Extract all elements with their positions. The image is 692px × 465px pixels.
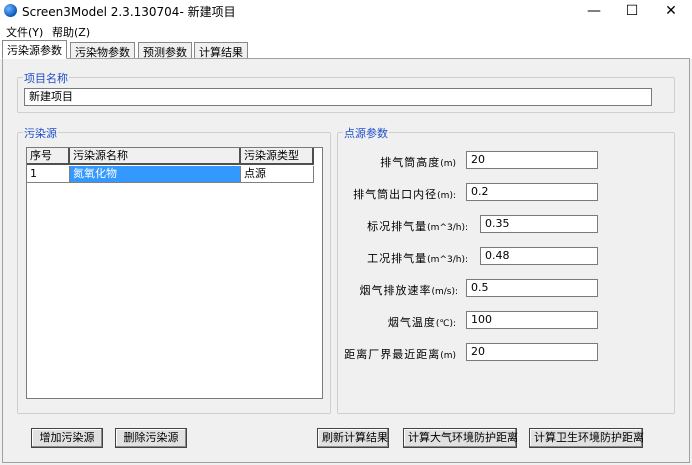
tab-prediction-params[interactable]: 预测参数 — [138, 42, 192, 59]
working-flow-input[interactable]: 0.48 — [480, 247, 598, 265]
stack-diameter-input[interactable]: 0.2 — [466, 183, 598, 201]
tab-results[interactable]: 计算结果 — [194, 42, 248, 59]
row-index-cell[interactable]: 1 — [27, 166, 70, 183]
tab-pollutant-params[interactable]: 污染物参数 — [70, 42, 135, 59]
tab-page-source-params: 项目名称 新建项目 污染源 序号 污染源名称 污染源类型 1 氮氧化物 点源 点 — [2, 58, 690, 463]
point-source-params-group-title: 点源参数 — [343, 125, 389, 141]
standard-flow-label: 标况排气量(m^3/h): — [367, 220, 468, 233]
calc-atmospheric-distance-button[interactable]: 计算大气环境防护距离 — [403, 428, 518, 448]
pollution-source-group: 污染源 序号 污染源名称 污染源类型 1 氮氧化物 点源 — [17, 125, 331, 414]
column-header-name[interactable]: 污染源名称 — [70, 148, 241, 165]
stack-height-label: 排气筒高度(m) — [380, 156, 456, 169]
point-source-params-group: 点源参数 排气筒高度(m) 20 排气筒出口内径(m): 0.2 标况排气量(m… — [337, 125, 675, 414]
column-header-index[interactable]: 序号 — [27, 148, 70, 165]
pollution-source-group-title: 污染源 — [23, 125, 58, 141]
close-button[interactable]: ✕ — [652, 0, 690, 22]
stack-height-input[interactable]: 20 — [466, 151, 598, 169]
refresh-results-button[interactable]: 刷新计算结果 — [317, 428, 389, 448]
app-window: Screen3Model 2.3.130704- 新建项目 — ☐ ✕ 文件(Y… — [0, 0, 692, 465]
row-type-cell[interactable]: 点源 — [241, 166, 314, 183]
tab-source-params[interactable]: 污染源参数 — [2, 40, 67, 59]
delete-source-button[interactable]: 删除污染源 — [115, 428, 187, 448]
boundary-distance-label: 距离厂界最近距离(m) — [344, 348, 456, 361]
standard-flow-input[interactable]: 0.35 — [480, 215, 598, 233]
project-name-group-title: 项目名称 — [23, 70, 69, 86]
tab-strip: 污染源参数 污染物参数 预测参数 计算结果 — [0, 40, 692, 59]
window-title: Screen3Model 2.3.130704- 新建项目 — [22, 5, 236, 19]
calc-sanitary-distance-button[interactable]: 计算卫生环境防护距离 — [529, 428, 644, 448]
working-flow-label: 工况排气量(m^3/h): — [367, 252, 468, 265]
menu-file[interactable]: 文件(Y) — [6, 24, 43, 40]
exhaust-velocity-input[interactable]: 0.5 — [466, 279, 598, 297]
exhaust-velocity-label: 烟气排放速率(m/s): — [359, 284, 458, 297]
add-source-button[interactable]: 增加污染源 — [31, 428, 103, 448]
minimize-button[interactable]: — — [575, 0, 613, 22]
gas-temperature-label: 烟气温度(℃): — [387, 316, 456, 329]
app-logo-icon — [4, 4, 17, 17]
project-name-group: 项目名称 新建项目 — [17, 70, 675, 113]
title-bar: Screen3Model 2.3.130704- 新建项目 — ☐ ✕ — [0, 0, 692, 22]
boundary-distance-input[interactable]: 20 — [466, 343, 598, 361]
column-header-type[interactable]: 污染源类型 — [241, 148, 314, 165]
row-name-cell[interactable]: 氮氧化物 — [70, 166, 241, 183]
pollution-source-grid[interactable]: 序号 污染源名称 污染源类型 1 氮氧化物 点源 — [26, 147, 323, 399]
maximize-button[interactable]: ☐ — [613, 0, 651, 22]
menu-bar: 文件(Y) 帮助(Z) — [0, 22, 692, 40]
project-name-input[interactable]: 新建项目 — [24, 88, 652, 106]
menu-help[interactable]: 帮助(Z) — [52, 24, 90, 40]
stack-diameter-label: 排气筒出口内径(m): — [353, 188, 456, 201]
gas-temperature-input[interactable]: 100 — [466, 311, 598, 329]
